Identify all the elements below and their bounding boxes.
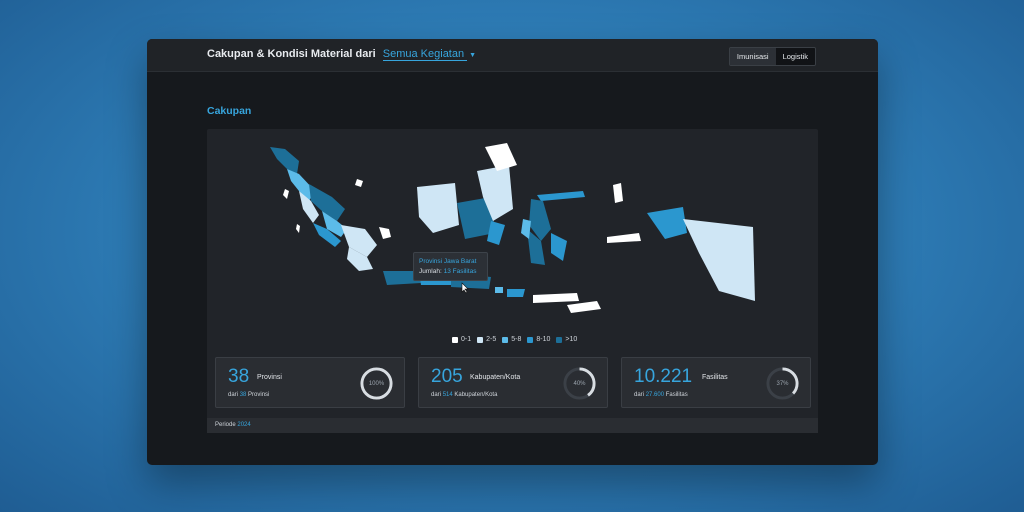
legend-label: 5-8: [511, 336, 522, 343]
title-text: Cakupan & Kondisi Material dari: [207, 48, 376, 60]
region-timor: [567, 301, 601, 313]
legend-item: 8-10: [527, 336, 550, 343]
region-ntt: [533, 293, 579, 303]
card-sub-prefix: dari: [228, 392, 239, 398]
indonesia-map[interactable]: [207, 129, 818, 329]
card-subtext: dari 514 Kabupaten/Kota: [431, 392, 497, 398]
card-sub-unit: Kabupaten/Kota: [454, 392, 498, 398]
card-subtext: dari 38 Provinsi: [228, 392, 269, 398]
tooltip-count-value: 13 Fasilitas: [443, 268, 477, 275]
progress-percent: 100%: [368, 380, 385, 387]
region-kepri: [355, 179, 363, 187]
filter-label: Semua Kegiatan: [382, 48, 465, 60]
card-sub-prefix: dari: [634, 392, 645, 398]
legend-item: >10: [556, 336, 577, 343]
map-tooltip: Provinsi Jawa Barat Jumlah: 13 Fasilitas: [413, 252, 488, 281]
tooltip-count-label: Jumlah:: [419, 268, 442, 275]
mouse-cursor-icon: [461, 282, 469, 294]
card-sub-unit: Fasilitas: [665, 392, 688, 398]
legend-label: >10: [565, 336, 578, 343]
card-value: 38: [228, 366, 250, 387]
page-title: Cakupan & Kondisi Material dari Semua Ke…: [207, 48, 476, 61]
card-fasilitas[interactable]: 10.221 Fasilitas dari 27.600 Fasilitas 3…: [621, 357, 811, 408]
tooltip-province: Provinsi Jawa Barat: [419, 258, 477, 265]
card-provinsi[interactable]: 38 Provinsi dari 38 Provinsi 100%: [215, 357, 405, 408]
card-subtext: dari 27.600 Fasilitas: [634, 392, 688, 398]
period-footer: Periode 2024: [207, 418, 818, 433]
card-sub-prefix: dari: [431, 392, 442, 398]
top-bar: Cakupan & Kondisi Material dari Semua Ke…: [147, 39, 878, 72]
region-kaltara: [485, 143, 517, 171]
legend-label: 0-1: [461, 336, 472, 343]
period-label: Periode: [215, 422, 236, 428]
region-babel: [379, 227, 391, 239]
activity-filter-dropdown[interactable]: Semua Kegiatan: [382, 48, 468, 61]
legend-item: 0-1: [452, 336, 471, 343]
legend-item: 5-8: [502, 336, 521, 343]
region-nias: [283, 189, 289, 199]
region-kalbar: [417, 183, 459, 233]
region-bali: [495, 287, 503, 293]
legend-swatch: [477, 336, 484, 343]
legend-label: 8-10: [536, 336, 551, 343]
legend-swatch: [452, 336, 458, 343]
progress-percent: 37%: [776, 380, 789, 387]
region-sultra: [551, 233, 567, 261]
period-year[interactable]: 2024: [237, 422, 250, 428]
tab-logistik[interactable]: Logistik: [775, 48, 815, 65]
card-unit: Fasilitas: [702, 374, 728, 381]
summary-cards: 38 Provinsi dari 38 Provinsi 100% 205 Ka…: [215, 357, 811, 408]
legend-swatch: [502, 336, 509, 343]
map-legend: 0-1 2-5 5-8 8-10 >10: [452, 336, 577, 343]
card-sub-total: 27.600: [645, 392, 665, 398]
mode-toggle: Imunisasi Logistik: [728, 47, 816, 66]
card-kabupaten[interactable]: 205 Kabupaten/Kota dari 514 Kabupaten/Ko…: [418, 357, 608, 408]
region-malut: [613, 183, 623, 203]
progress-percent: 40%: [573, 380, 586, 387]
region-sumsel: [341, 225, 377, 257]
legend-swatch: [556, 336, 563, 343]
card-unit: Provinsi: [257, 374, 282, 381]
legend-swatch: [527, 336, 534, 343]
legend-item: 2-5: [477, 336, 496, 343]
card-sub-total: 38: [239, 392, 247, 398]
region-papua: [683, 219, 755, 301]
tab-imunisasi[interactable]: Imunisasi: [729, 48, 776, 65]
region-aceh: [270, 147, 299, 174]
region-ntb: [507, 289, 525, 297]
coverage-panel: Provinsi Jawa Barat Jumlah: 13 Fasilitas…: [207, 129, 818, 433]
card-value: 10.221: [634, 366, 693, 387]
region-sulut: [537, 191, 585, 201]
legend-label: 2-5: [486, 336, 497, 343]
region-maluku: [607, 233, 641, 243]
card-sub-unit: Provinsi: [248, 392, 270, 398]
card-sub-total: 514: [442, 392, 453, 398]
card-value: 205: [431, 366, 463, 387]
section-title: Cakupan: [207, 105, 252, 117]
app-window: Cakupan & Kondisi Material dari Semua Ke…: [147, 39, 878, 465]
region-mentawai: [296, 224, 300, 233]
region-papua-barat: [647, 207, 687, 239]
card-unit: Kabupaten/Kota: [470, 374, 521, 381]
chevron-down-icon[interactable]: ▼: [469, 52, 476, 59]
